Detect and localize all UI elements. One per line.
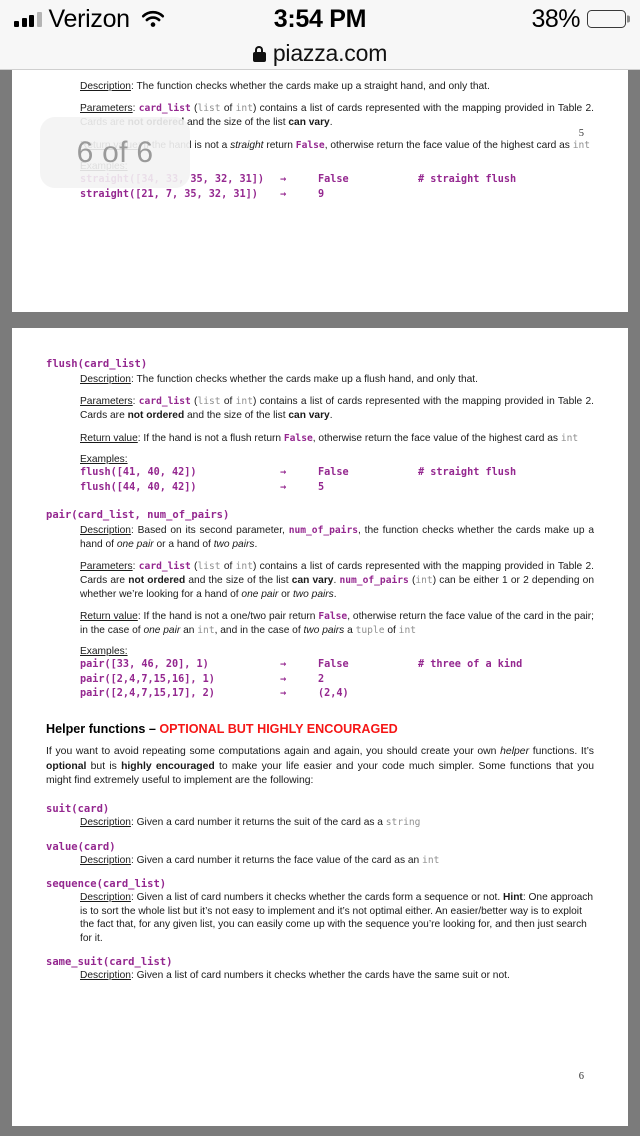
helper-function: suit(card) Description: Given a card numb…	[46, 803, 594, 830]
status-bar-left: Verizon	[14, 5, 165, 34]
helper-function: value(card) Description: Given a card num…	[46, 841, 594, 868]
helper-signature: suit(card)	[46, 803, 110, 816]
helper-description: Description: Given a list of card number…	[80, 892, 594, 944]
url-label: piazza.com	[272, 40, 388, 66]
example-value: False	[318, 467, 349, 479]
battery-percent-label: 38%	[531, 4, 580, 33]
pdf-page-6: flush(card_list) Description: The functi…	[12, 328, 628, 1126]
example-row: flush([44, 40, 42]) → 5	[80, 481, 594, 495]
pair-examples: pair([33, 46, 20], 1) → False # three of a …	[80, 658, 594, 701]
wifi-icon	[141, 10, 165, 28]
example-call: flush([44, 40, 42])	[80, 481, 197, 493]
helper-function-list: suit(card) Description: Given a card numb…	[46, 803, 594, 983]
pdf-page-5: Description: The function checks whether…	[12, 70, 628, 312]
example-call: pair([2,4,7,15,16], 1)	[80, 673, 215, 685]
ios-status-bar: Verizon 3:54 PM 38%	[0, 0, 640, 38]
example-call: straight([21, 7, 35, 32, 31])	[80, 188, 258, 200]
lock-icon	[252, 45, 266, 62]
page-separator	[0, 312, 640, 328]
battery-icon	[587, 10, 630, 28]
example-row: pair([33, 46, 20], 1) → False # three of a …	[80, 658, 594, 672]
flush-examples: flush([41, 40, 42]) → False # straight flus…	[80, 466, 594, 495]
helper-description: Description: Given a card number it retu…	[80, 817, 421, 829]
helper-functions-heading: Helper functions – OPTIONAL BUT HIGHLY E…	[46, 721, 398, 736]
straight-description: Description: The function checks whether…	[80, 81, 490, 92]
helper-signature: value(card)	[46, 840, 116, 853]
example-value: False	[318, 174, 349, 186]
helper-function: sequence(card_list) Description: Given a …	[46, 878, 594, 945]
example-arrow: →	[280, 481, 287, 493]
example-arrow: →	[280, 673, 287, 685]
helper-signature: sequence(card_list)	[46, 878, 167, 891]
pair-return-value: Return value: If the hand is not a one/t…	[80, 611, 594, 636]
section-pair: pair(card_list, num_of_pairs) Descriptio…	[46, 509, 594, 702]
flush-parameters: Parameters: card_list (list of int) cont…	[80, 396, 594, 422]
page-indicator-overlay: 6 of 6	[40, 117, 190, 188]
example-call: flush([41, 40, 42])	[80, 467, 197, 479]
example-arrow: →	[280, 174, 287, 186]
browser-url-bar[interactable]: piazza.com	[0, 38, 640, 70]
helper-functions-body: If you want to avoid repeating some comp…	[46, 745, 595, 787]
flush-return-value: Return value: If the hand is not a flush…	[80, 432, 579, 444]
helper-function: same_suit(card_list) Description: Given a…	[46, 956, 594, 982]
example-note: # straight flush	[418, 174, 517, 186]
example-value: 2	[318, 673, 325, 685]
helper-description: Description: Given a card number it retu…	[80, 854, 440, 866]
example-row: flush([41, 40, 42]) → False # straight flus…	[80, 466, 594, 480]
page-number-5: 5	[578, 128, 584, 139]
example-arrow: →	[280, 688, 287, 700]
page-number-6: 6	[578, 1071, 584, 1082]
helper-signature: same_suit(card_list)	[46, 956, 173, 969]
example-row: pair([2,4,7,15,17], 2) → (2,4)	[80, 687, 594, 701]
example-value: False	[318, 659, 349, 671]
example-row: straight([21, 7, 35, 32, 31]) → 9	[80, 188, 594, 202]
example-note: # straight flush	[418, 467, 517, 479]
example-value: 9	[318, 188, 325, 200]
example-call: pair([2,4,7,15,17], 2)	[80, 688, 215, 700]
status-bar-right: 38%	[531, 4, 630, 34]
example-value: (2,4)	[318, 688, 349, 700]
flush-description: Description: The function checks whether…	[80, 374, 478, 385]
pdf-viewer[interactable]: Description: The function checks whether…	[0, 70, 640, 1136]
pair-signature: pair(card_list, num_of_pairs)	[46, 509, 230, 522]
example-value: 5	[318, 481, 325, 493]
carrier-label: Verizon	[48, 4, 131, 33]
pair-parameters: Parameters: card_list (list of int) cont…	[80, 561, 594, 600]
example-arrow: →	[280, 188, 287, 200]
pair-description: Description: Based on its second paramet…	[80, 525, 594, 550]
flush-examples-label: Examples:	[80, 454, 128, 466]
section-flush: flush(card_list) Description: The functi…	[46, 358, 594, 495]
example-arrow: →	[280, 467, 287, 479]
example-row: pair([2,4,7,15,16], 1) → 2	[80, 673, 594, 687]
example-call: pair([33, 46, 20], 1)	[80, 659, 209, 671]
pair-examples-label: Examples:	[80, 646, 128, 658]
cellular-signal-icon	[14, 11, 42, 27]
example-note: # three of a kind	[418, 659, 523, 671]
flush-signature: flush(card_list)	[46, 358, 148, 370]
helper-description: Description: Given a list of card number…	[80, 970, 510, 982]
example-arrow: →	[280, 659, 287, 671]
